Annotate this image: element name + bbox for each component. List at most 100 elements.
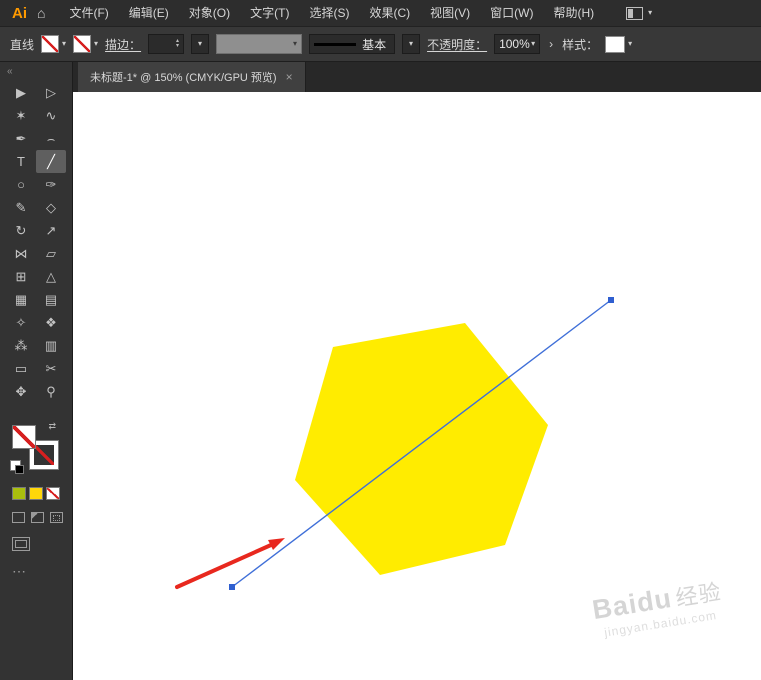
tool-eyedropper[interactable]: ✧ — [6, 311, 36, 334]
tool-shape-builder[interactable]: ⊞ — [6, 265, 36, 288]
zoom-icon: ⚲ — [46, 383, 56, 399]
curvature-icon: ⌢ — [46, 130, 56, 146]
tool-hand[interactable]: ✥ — [6, 380, 36, 403]
chevron-down-icon: ▾ — [648, 8, 653, 17]
hand-icon: ✥ — [15, 383, 27, 399]
tool-blend[interactable]: ❖ — [36, 311, 66, 334]
free-transform-icon: ▱ — [46, 245, 56, 261]
document-title: 未标题-1* @ 150% (CMYK/GPU 预览) — [90, 72, 277, 84]
menu-item-view[interactable]: 视图(V) — [420, 0, 480, 26]
tool-direct-selection[interactable]: ▷ — [36, 81, 66, 104]
menu-item-edit[interactable]: 编辑(E) — [119, 0, 179, 26]
apply-color-button[interactable] — [12, 487, 26, 500]
rotate-icon: ↻ — [15, 222, 27, 238]
tool-selection[interactable]: ▶ — [6, 81, 36, 104]
stroke-weight-stepper[interactable]: ▴ ▾ — [148, 34, 185, 54]
apply-gradient-button[interactable] — [29, 487, 43, 500]
blend-icon: ❖ — [45, 314, 57, 330]
document-tab-bar: 未标题-1* @ 150% (CMYK/GPU 预览) × — [73, 62, 761, 92]
tool-magic-wand[interactable]: ✶ — [6, 104, 36, 127]
tool-ellipse[interactable]: ○ — [6, 173, 36, 196]
tool-column-graph[interactable]: ▥ — [36, 334, 66, 357]
opacity-label[interactable]: 不透明度： — [427, 36, 487, 53]
change-screen-mode-icon[interactable] — [12, 537, 30, 551]
draw-inside-icon[interactable] — [50, 512, 63, 523]
tool-lasso[interactable]: ∿ — [36, 104, 66, 127]
edit-toolbar-icon[interactable]: ⋯ — [12, 563, 72, 580]
default-fill-stroke-icon[interactable] — [10, 460, 24, 474]
tool-gradient[interactable]: ▤ — [36, 288, 66, 311]
tool-rotate[interactable]: ↻ — [6, 219, 36, 242]
tool-zoom[interactable]: ⚲ — [36, 380, 66, 403]
shape-builder-icon: ⊞ — [15, 268, 27, 284]
tool-mesh[interactable]: ▦ — [6, 288, 36, 311]
tool-width[interactable]: ⋈ — [6, 242, 36, 265]
tool-slice[interactable]: ✂ — [36, 357, 66, 380]
expand-panel-button[interactable]: › — [547, 37, 555, 51]
menu-item-effect[interactable]: 效果(C) — [359, 0, 420, 26]
yellow-hexagon-shape[interactable] — [295, 323, 548, 575]
eyedropper-icon: ✧ — [15, 314, 27, 330]
menu-item-type[interactable]: 文字(T) — [240, 0, 299, 26]
chevron-down-icon: ▾ — [62, 39, 67, 48]
tool-symbol-sprayer[interactable]: ⁂ — [6, 334, 36, 357]
canvas[interactable]: Baidu经验 jingyan.baidu.com — [73, 92, 761, 680]
stroke-weight-dropdown[interactable]: ▾ — [191, 34, 210, 54]
graphic-style-control[interactable]: ▾ — [605, 35, 632, 53]
tool-line-segment[interactable]: ╱ — [36, 150, 66, 173]
stroke-color-control[interactable]: ▾ — [73, 35, 98, 53]
lasso-icon: ∿ — [45, 107, 57, 123]
tool-pencil[interactable]: ✎ — [6, 196, 36, 219]
fill-color-control[interactable]: ▾ — [41, 35, 66, 53]
apply-none-button[interactable] — [46, 487, 60, 500]
tool-type[interactable]: T — [6, 150, 36, 173]
tool-paintbrush[interactable]: ✑ — [36, 173, 66, 196]
workspace-switcher[interactable]: ▾ — [626, 6, 653, 20]
stroke-style-dropdown[interactable]: 基本 — [309, 34, 396, 54]
menu-item-help[interactable]: 帮助(H) — [543, 0, 604, 26]
opacity-value: 100% — [499, 37, 530, 51]
selection-icon: ▶ — [16, 84, 26, 100]
tool-free-transform[interactable]: ▱ — [36, 242, 66, 265]
swap-fill-stroke-icon[interactable]: ⇄ — [48, 421, 56, 432]
stroke-none-swatch-icon — [73, 35, 92, 53]
tool-pen[interactable]: ✒ — [6, 127, 36, 150]
collapse-panel-icon[interactable]: « — [0, 62, 72, 81]
tool-artboard[interactable]: ▭ — [6, 357, 36, 380]
menu-item-object[interactable]: 对象(O) — [179, 0, 240, 26]
opacity-dropdown[interactable]: 100% ▾ — [494, 34, 541, 54]
tool-perspective-grid[interactable]: △ — [36, 265, 66, 288]
tool-grid: ▶ ▷ ✶ ∿ ✒ ⌢ T ╱ ○ ✑ ✎ ◇ ↻ ↗ ⋈ ▱ ⊞ △ ▦ ▤ … — [0, 81, 72, 403]
scale-icon: ↗ — [45, 222, 57, 238]
tool-shaper[interactable]: ◇ — [36, 196, 66, 219]
style-swatch-icon — [605, 35, 626, 53]
stepper-arrows-icon: ▴ ▾ — [176, 38, 180, 49]
stroke-weight-label[interactable]: 描边： — [105, 36, 141, 53]
menu-item-select[interactable]: 选择(S) — [299, 0, 359, 26]
tool-scale[interactable]: ↗ — [36, 219, 66, 242]
close-icon[interactable]: × — [286, 70, 293, 84]
document-tab[interactable]: 未标题-1* @ 150% (CMYK/GPU 预览) × — [78, 62, 306, 92]
tools-panel: « ▶ ▷ ✶ ∿ ✒ ⌢ T ╱ ○ ✑ ✎ ◇ ↻ ↗ ⋈ ▱ ⊞ △ ▦ … — [0, 62, 73, 680]
menu-bar: Ai ⌂ 文件(F) 编辑(E) 对象(O) 文字(T) 选择(S) 效果(C)… — [0, 0, 761, 26]
brush-definition-dropdown[interactable]: ▾ — [216, 34, 303, 54]
ellipse-icon: ○ — [17, 177, 25, 192]
menu-item-file[interactable]: 文件(F) — [59, 0, 118, 26]
home-icon[interactable]: ⌂ — [35, 5, 59, 21]
menu-item-window[interactable]: 窗口(W) — [480, 0, 543, 26]
fill-stroke-widget[interactable]: ⇄ — [10, 421, 59, 474]
illustrator-logo: Ai — [12, 4, 27, 22]
line-segment-icon: ╱ — [47, 153, 55, 169]
chevron-down-icon: ▾ — [94, 39, 99, 48]
tool-curvature[interactable]: ⌢ — [36, 127, 66, 150]
stroke-style-caret[interactable]: ▾ — [402, 34, 421, 54]
stroke-style-value: 基本 — [362, 37, 387, 52]
line-anchor-start[interactable] — [229, 584, 235, 590]
fill-indicator-icon[interactable] — [12, 425, 36, 449]
chevron-down-icon: ▾ — [198, 39, 203, 48]
line-anchor-end[interactable] — [608, 297, 614, 303]
draw-behind-icon[interactable] — [31, 512, 44, 523]
drawing-modes-group — [12, 512, 72, 523]
draw-normal-icon[interactable] — [12, 512, 25, 523]
apply-color-group — [12, 487, 72, 500]
